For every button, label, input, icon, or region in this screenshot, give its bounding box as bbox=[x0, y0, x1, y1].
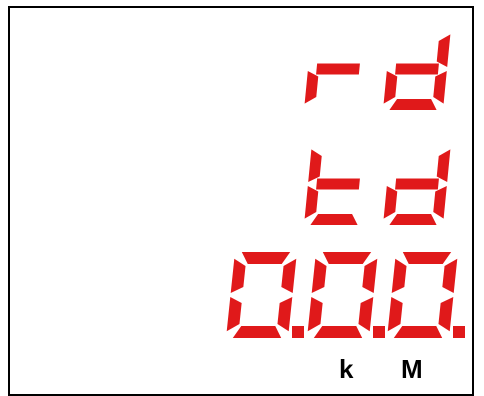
kilo-unit-label: k bbox=[339, 354, 354, 384]
segment-e-row3-digit3 bbox=[387, 297, 403, 332]
segment-g-row1-digit1 bbox=[316, 63, 360, 75]
segment-g-row2-digit2 bbox=[395, 178, 439, 190]
segment-b-row3-digit3 bbox=[442, 258, 458, 293]
segment-a-row3-digit3 bbox=[402, 252, 452, 264]
segment-f-row3-digit3 bbox=[391, 258, 407, 293]
segment-d-row3-digit2 bbox=[313, 326, 363, 338]
segment-e-row3-digit2 bbox=[307, 297, 323, 332]
mega-unit-label: M bbox=[401, 354, 423, 384]
segment-g-row1-digit2 bbox=[395, 63, 439, 75]
segment-f-row2-digit1 bbox=[308, 149, 322, 182]
segment-c-row3-digit1 bbox=[277, 297, 293, 332]
segment-d-row3-digit3 bbox=[393, 326, 443, 338]
segment-a-row3-digit2 bbox=[322, 252, 372, 264]
segment-b-row3-digit1 bbox=[281, 258, 297, 293]
segment-c-row2-digit2 bbox=[433, 186, 447, 219]
segment-e-row2-digit2 bbox=[383, 186, 398, 219]
segment-e-row2-digit1 bbox=[304, 186, 319, 219]
segment-d-row1-digit2 bbox=[389, 99, 437, 110]
decimal-point-row3-digit1 bbox=[292, 326, 304, 338]
decimal-point-row3-digit2 bbox=[373, 326, 385, 338]
segment-f-row3-digit2 bbox=[311, 258, 327, 293]
seven-segment-display bbox=[226, 34, 465, 338]
segment-d-row2-digit1 bbox=[310, 214, 358, 225]
segment-d-row3-digit1 bbox=[232, 326, 282, 338]
segment-c-row3-digit3 bbox=[438, 297, 454, 332]
segment-g-row2-digit1 bbox=[316, 178, 360, 190]
segment-c-row3-digit2 bbox=[358, 297, 374, 332]
segment-a-row3-digit1 bbox=[241, 252, 291, 264]
segment-d-row2-digit2 bbox=[389, 214, 437, 225]
decimal-point-row3-digit3 bbox=[453, 326, 465, 338]
segment-e-row1-digit2 bbox=[383, 71, 398, 104]
segment-b-row3-digit2 bbox=[362, 258, 378, 293]
segment-e-row3-digit1 bbox=[226, 297, 242, 332]
segment-f-row3-digit1 bbox=[230, 258, 246, 293]
segment-b-row1-digit2 bbox=[436, 34, 451, 67]
segment-e-row1-digit1 bbox=[304, 71, 319, 104]
segment-b-row2-digit2 bbox=[436, 149, 451, 182]
segment-c-row1-digit2 bbox=[433, 71, 447, 104]
